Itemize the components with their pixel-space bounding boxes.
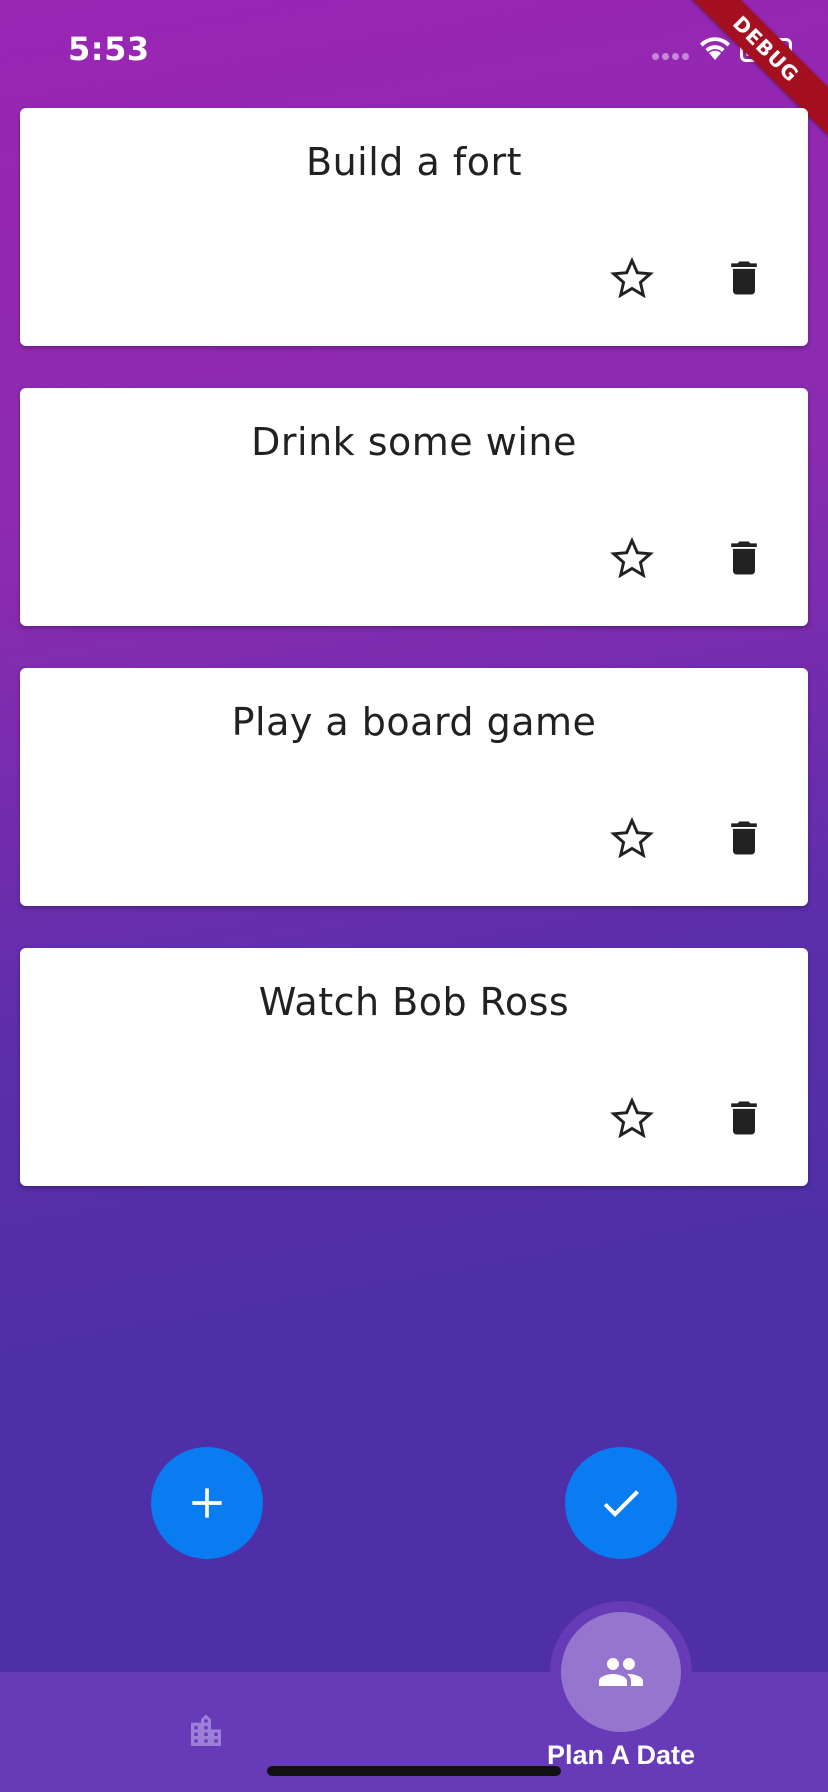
idea-list: Build a fort Drink some wine Play a boar…: [20, 108, 808, 1228]
nav-item-plan-a-date[interactable]: [561, 1612, 681, 1732]
add-idea-button[interactable]: [151, 1447, 263, 1559]
people-icon: [599, 1658, 643, 1686]
idea-card[interactable]: Build a fort: [20, 108, 808, 346]
favorite-button[interactable]: [602, 1088, 662, 1148]
delete-button[interactable]: [714, 1088, 774, 1148]
status-time: 5:53: [68, 30, 150, 68]
idea-card[interactable]: Watch Bob Ross: [20, 948, 808, 1186]
delete-button[interactable]: [714, 808, 774, 868]
card-title: Play a board game: [231, 700, 597, 744]
nav-item-city[interactable]: [186, 1711, 226, 1755]
wifi-icon: [698, 34, 732, 66]
plus-icon: [192, 1488, 222, 1518]
trash-icon: [731, 1101, 757, 1135]
favorite-button[interactable]: [602, 528, 662, 588]
delete-button[interactable]: [714, 248, 774, 308]
star-outline-icon: [610, 816, 654, 859]
card-title: Build a fort: [306, 140, 522, 184]
trash-icon: [731, 541, 757, 575]
idea-card[interactable]: Drink some wine: [20, 388, 808, 626]
star-outline-icon: [610, 256, 654, 299]
trash-icon: [731, 261, 757, 295]
favorite-button[interactable]: [602, 248, 662, 308]
city-icon: [191, 1714, 221, 1746]
status-bar: 5:53: [0, 0, 828, 100]
trash-icon: [731, 821, 757, 855]
card-title: Watch Bob Ross: [258, 980, 570, 1024]
star-outline-icon: [610, 536, 654, 579]
card-title: Drink some wine: [251, 420, 577, 464]
idea-card[interactable]: Play a board game: [20, 668, 808, 906]
check-icon: [603, 1490, 639, 1517]
cellular-signal-icon: [652, 53, 689, 60]
star-outline-icon: [610, 1096, 654, 1139]
confirm-button[interactable]: [565, 1447, 677, 1559]
favorite-button[interactable]: [602, 808, 662, 868]
home-indicator: [267, 1766, 561, 1776]
delete-button[interactable]: [714, 528, 774, 588]
